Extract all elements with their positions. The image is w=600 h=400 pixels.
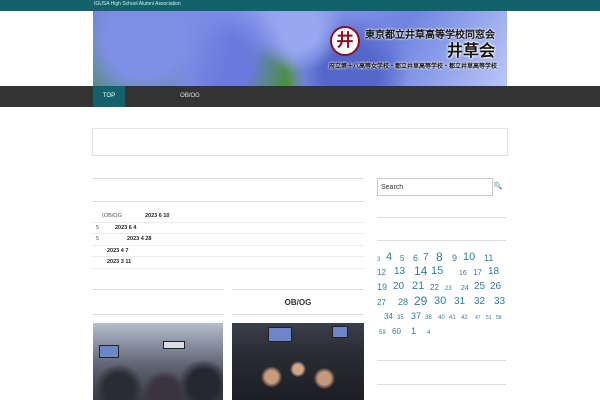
projector-screen	[99, 345, 119, 358]
tag-link[interactable]: 35	[397, 315, 404, 321]
tv-screen	[332, 326, 348, 338]
news-date: 2023 6 4	[115, 224, 137, 231]
news-item[interactable]: 5 2023 4 28	[92, 234, 364, 246]
content-panel	[92, 128, 508, 156]
news-item[interactable]: (OB/OG 2023 6 10	[92, 211, 364, 223]
tag-link[interactable]: 10	[463, 251, 475, 263]
tag-link[interactable]: 6	[413, 253, 418, 263]
search-input[interactable]	[377, 178, 493, 196]
tag-link[interactable]: 34	[384, 313, 393, 321]
section-divider	[92, 178, 364, 179]
news-category: (OB/OG	[102, 213, 122, 219]
tag-link[interactable]: 40	[438, 315, 445, 321]
news-category: 5	[96, 236, 100, 242]
tag-link[interactable]: 28	[398, 297, 408, 307]
tag-link[interactable]: 15	[431, 266, 443, 277]
tag-link[interactable]: 21	[412, 281, 424, 292]
tag-link[interactable]: 17	[473, 269, 482, 277]
tag-row: 59 60 1 4	[377, 323, 509, 338]
tag-link[interactable]: 23	[445, 286, 452, 292]
event-photo[interactable]	[93, 323, 223, 400]
news-item[interactable]: 5 2023 6 4	[92, 223, 364, 234]
sidebar-divider	[377, 240, 506, 241]
tag-row: 34 35 37 38 40 41 42 47 51 58	[377, 309, 509, 324]
tag-link[interactable]: 9	[452, 253, 457, 263]
section-divider	[92, 289, 224, 290]
tag-row: 3 4 5 6 7 8 9 10 11	[377, 250, 509, 265]
tag-link[interactable]: 12	[377, 269, 386, 277]
tag-link[interactable]: 26	[490, 282, 501, 292]
tag-link[interactable]: 20	[393, 282, 404, 292]
tag-row: 12 13 14 15 16 17 18	[377, 265, 509, 280]
tag-link[interactable]: 3	[377, 257, 380, 263]
tag-link[interactable]: 25	[474, 282, 485, 292]
top-bar: IGUSA High School Alumni Association	[0, 0, 600, 11]
tag-link[interactable]: 1	[411, 327, 416, 336]
obog-section-title: OB/OG	[284, 298, 312, 307]
section-divider	[232, 314, 364, 315]
news-date: 2023 4 28	[127, 236, 152, 242]
school-emblem-icon: 井	[330, 26, 360, 56]
stage-banner	[163, 341, 185, 349]
tag-link[interactable]: 41	[449, 315, 456, 321]
news-category: 5	[96, 224, 100, 231]
tag-link[interactable]: 29	[414, 295, 427, 307]
tag-link[interactable]: 59	[379, 330, 386, 336]
tag-link[interactable]: 31	[454, 296, 465, 307]
news-date: 2023 6 10	[145, 213, 170, 219]
tag-link[interactable]: 38	[425, 315, 432, 321]
tag-link[interactable]: 24	[461, 285, 469, 292]
tv-screen	[268, 327, 292, 342]
news-date: 2023 3 11	[107, 259, 132, 265]
banner-subtitle: 府立第十八高等女学校・都立井草高等学校・都立井草高等学校	[329, 63, 498, 70]
tag-link[interactable]: 33	[494, 296, 505, 307]
section-divider	[92, 201, 364, 202]
tag-link[interactable]: 8	[436, 251, 443, 263]
tag-link[interactable]: 7	[423, 252, 429, 263]
tag-link[interactable]: 4	[386, 251, 392, 263]
news-item[interactable]: 2023 4 7	[92, 246, 364, 257]
tag-link[interactable]: 5	[400, 254, 404, 263]
tag-link[interactable]: 47	[475, 316, 481, 321]
tag-link[interactable]: 22	[430, 284, 439, 292]
main-nav: TOP OB/OG	[0, 86, 600, 107]
tag-row: 27 28 29 30 31 32 33	[377, 294, 509, 309]
archive-tag-cloud: 3 4 5 6 7 8 9 10 11 12 13 14 15 16 17 18 19 20 21 22 23 24 25 2…	[377, 250, 509, 338]
news-list: (OB/OG 2023 6 10 5 2023 6 4 5 2023 4 28 …	[92, 211, 364, 269]
header-banner[interactable]: 井 東京都立井草高等学校同窓会 井草会 府立第十八高等女学校・都立井草高等学校・…	[93, 11, 507, 86]
tag-link[interactable]: 42	[461, 315, 468, 321]
tag-link[interactable]: 58	[496, 316, 502, 321]
tag-link[interactable]: 4	[427, 330, 430, 336]
search-icon[interactable]: 🔍	[493, 182, 503, 192]
site-tagline: IGUSA High School Alumni Association	[94, 1, 181, 7]
section-divider	[92, 314, 224, 315]
tag-link[interactable]: 11	[484, 253, 493, 263]
tag-link[interactable]: 30	[434, 295, 446, 307]
tag-link[interactable]: 60	[392, 328, 401, 336]
sidebar-divider	[377, 217, 506, 218]
tag-row: 19 20 21 22 23 24 25 26	[377, 279, 509, 294]
tag-link[interactable]: 18	[488, 267, 499, 277]
tag-link[interactable]: 32	[474, 296, 485, 307]
site-logo: 井草会	[447, 41, 496, 60]
emblem-glyph: 井	[336, 30, 354, 51]
news-item[interactable]: 2023 3 11	[92, 257, 364, 269]
tag-link[interactable]: 37	[411, 312, 421, 321]
group-photo[interactable]	[232, 323, 364, 400]
nav-item-obog[interactable]: OB/OG	[175, 86, 205, 107]
tag-link[interactable]: 13	[394, 267, 405, 277]
tag-link[interactable]: 51	[486, 316, 492, 321]
tag-link[interactable]: 16	[459, 270, 467, 277]
sidebar-divider	[377, 384, 506, 385]
tag-link[interactable]: 14	[414, 265, 427, 277]
section-divider	[232, 289, 364, 290]
tag-link[interactable]: 19	[377, 283, 387, 292]
news-date: 2023 4 7	[107, 247, 129, 254]
tag-link[interactable]: 27	[377, 298, 386, 307]
nav-item-top[interactable]: TOP	[93, 86, 125, 107]
sidebar-divider	[377, 360, 506, 361]
